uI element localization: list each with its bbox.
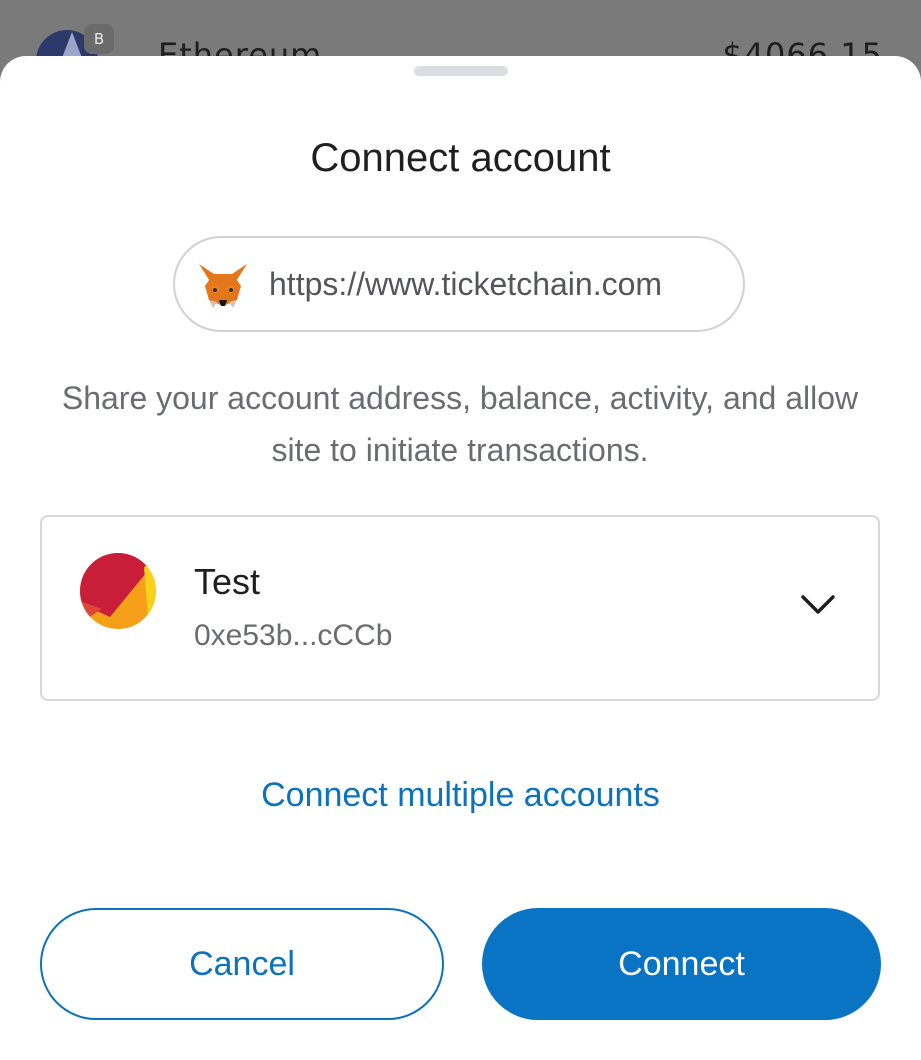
network-badge: B (84, 24, 114, 54)
drag-handle[interactable] (414, 66, 508, 76)
connect-multiple-accounts-link[interactable]: Connect multiple accounts (0, 776, 921, 815)
site-origin-pill: https://www.ticketchain.com (173, 236, 745, 332)
metamask-fox-icon (199, 264, 247, 308)
account-address: 0xe53b...cCCb (194, 619, 393, 652)
chevron-down-icon[interactable] (800, 593, 836, 617)
connect-account-sheet: Connect account https://www.ticketchain.… (0, 56, 921, 1060)
site-url: https://www.ticketchain.com (269, 266, 663, 302)
account-name: Test (194, 561, 261, 602)
permission-description: Share your account address, balance, act… (61, 380, 859, 468)
cancel-button[interactable]: Cancel (40, 908, 444, 1020)
modal-title: Connect account (310, 136, 611, 180)
connect-button[interactable]: Connect (482, 908, 881, 1020)
account-selector[interactable]: Test 0xe53b...cCCb (40, 515, 880, 701)
identicon-avatar (80, 553, 156, 629)
